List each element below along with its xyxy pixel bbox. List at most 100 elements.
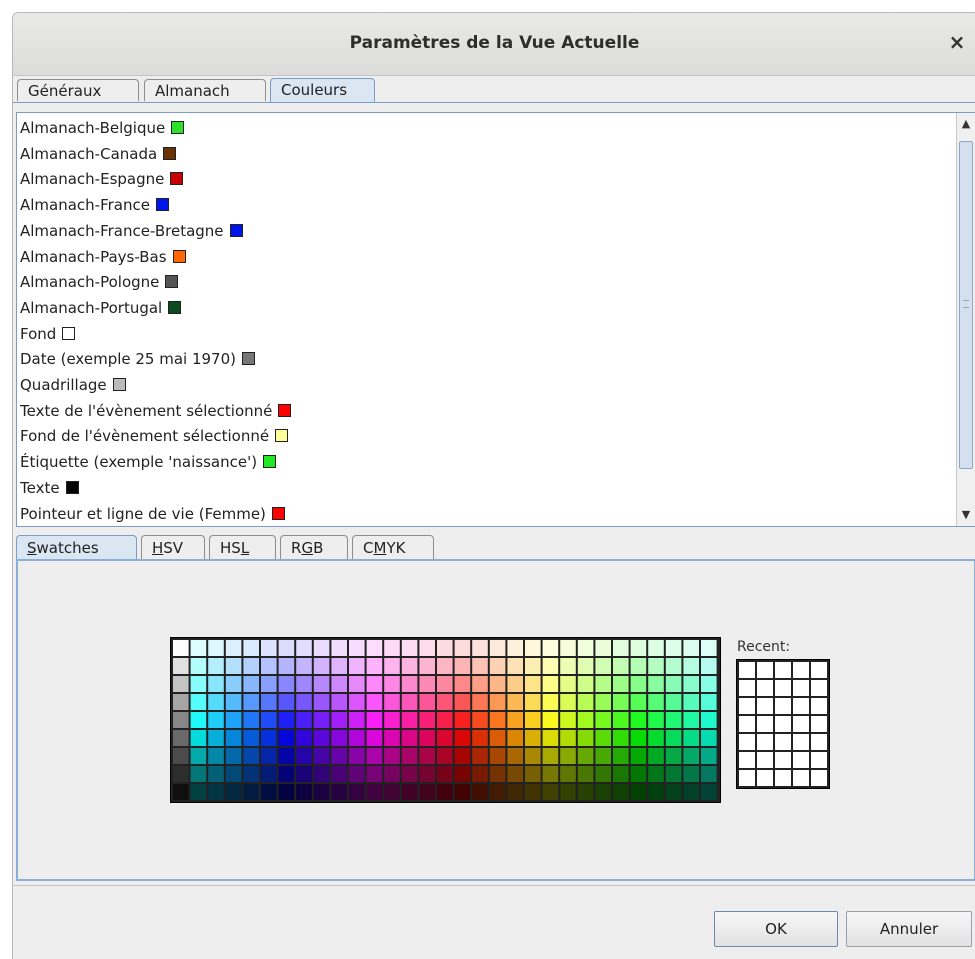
swatch-cell[interactable] [541, 765, 560, 783]
recent-swatch-cell[interactable] [756, 751, 774, 769]
swatch-cell[interactable] [506, 693, 524, 711]
swatch-cell[interactable] [506, 639, 524, 657]
swatch-cell[interactable] [612, 657, 630, 675]
swatch-cell[interactable] [647, 747, 665, 765]
swatch-cell[interactable] [312, 639, 331, 657]
swatch-cell[interactable] [383, 783, 401, 801]
swatch-cell[interactable] [524, 693, 542, 711]
list-item[interactable]: Quadrillage [20, 373, 126, 397]
swatch-cell[interactable] [260, 693, 278, 711]
swatch-cell[interactable] [700, 729, 718, 747]
swatch-cell[interactable] [295, 693, 313, 711]
swatch-cell[interactable] [383, 657, 401, 675]
swatch-cell[interactable] [207, 765, 225, 783]
list-item[interactable]: Almanach-Pays-Bas [20, 245, 186, 269]
swatch-cell[interactable] [189, 711, 208, 729]
list-item[interactable]: Étiquette (exemple 'naissance') [20, 450, 277, 474]
swatch-cell[interactable] [207, 693, 225, 711]
swatch-cell[interactable] [629, 729, 648, 747]
swatch-cell[interactable] [436, 675, 454, 693]
color-swatch-icon[interactable] [242, 352, 255, 366]
swatch-cell[interactable] [207, 675, 225, 693]
swatch-cell[interactable] [541, 729, 560, 747]
color-swatch-icon[interactable] [271, 506, 285, 520]
swatch-cell[interactable] [418, 693, 436, 711]
recent-swatch-cell[interactable] [756, 697, 774, 715]
swatch-cell[interactable] [365, 675, 384, 693]
swatch-cell[interactable] [471, 711, 489, 729]
swatch-cell[interactable] [189, 693, 208, 711]
close-icon[interactable]: × [946, 31, 968, 53]
swatch-cell[interactable] [260, 783, 278, 801]
list-item[interactable]: Texte de l'évènement sélectionné [20, 399, 292, 423]
swatch-cell[interactable] [629, 639, 648, 657]
color-swatch-icon[interactable] [278, 403, 292, 417]
swatch-cell[interactable] [629, 783, 648, 801]
list-item[interactable]: Almanach-France [20, 193, 169, 217]
swatch-cell[interactable] [277, 765, 296, 783]
swatch-cell[interactable] [260, 711, 278, 729]
swatch-cell[interactable] [418, 729, 436, 747]
recent-swatch-cell[interactable] [810, 769, 828, 787]
recent-swatch-cell[interactable] [774, 679, 792, 697]
swatch-cell[interactable] [277, 657, 296, 675]
swatch-cell[interactable] [453, 765, 472, 783]
swatch-cell[interactable] [700, 639, 718, 657]
swatch-cell[interactable] [576, 657, 595, 675]
swatch-cell[interactable] [189, 765, 208, 783]
swatch-cell[interactable] [700, 765, 718, 783]
swatch-cell[interactable] [312, 747, 331, 765]
swatch-cell[interactable] [700, 711, 718, 729]
swatch-cell[interactable] [383, 693, 401, 711]
swatch-cell[interactable] [453, 693, 472, 711]
swatch-cell[interactable] [277, 639, 296, 657]
swatch-cell[interactable] [594, 747, 612, 765]
swatch-cell[interactable] [295, 783, 313, 801]
swatch-cell[interactable] [418, 711, 436, 729]
recent-swatch-cell[interactable] [738, 679, 756, 697]
swatch-cell[interactable] [559, 729, 577, 747]
swatch-cell[interactable] [330, 765, 348, 783]
swatch-cell[interactable] [488, 639, 507, 657]
swatch-cell[interactable] [224, 783, 243, 801]
swatch-cell[interactable] [400, 693, 419, 711]
swatch-cell[interactable] [418, 639, 436, 657]
swatch-cell[interactable] [524, 711, 542, 729]
swatch-cell[interactable] [348, 693, 366, 711]
swatch-cell[interactable] [207, 747, 225, 765]
chooser-tab-hsl[interactable]: HSL [209, 535, 276, 559]
swatch-cell[interactable] [471, 657, 489, 675]
list-item[interactable]: Fond [20, 322, 76, 346]
swatch-cell[interactable] [242, 711, 261, 729]
swatch-cell[interactable] [418, 783, 436, 801]
swatch-cell[interactable] [189, 747, 208, 765]
swatch-cell[interactable] [436, 783, 454, 801]
swatch-cell[interactable] [471, 729, 489, 747]
vertical-scrollbar[interactable]: ▲ ▼ [956, 113, 975, 526]
swatch-cell[interactable] [224, 765, 243, 783]
swatch-cell[interactable] [242, 657, 261, 675]
swatch-cell[interactable] [348, 675, 366, 693]
swatch-cell[interactable] [295, 729, 313, 747]
color-swatch-icon[interactable] [163, 146, 177, 160]
swatch-cell[interactable] [418, 657, 436, 675]
swatch-cell[interactable] [312, 675, 331, 693]
swatch-cell[interactable] [612, 693, 630, 711]
swatch-cell[interactable] [700, 783, 718, 801]
swatch-cell[interactable] [260, 765, 278, 783]
swatch-cell[interactable] [541, 711, 560, 729]
swatch-cell[interactable] [436, 711, 454, 729]
swatch-cell[interactable] [700, 693, 718, 711]
swatch-cell[interactable] [224, 747, 243, 765]
recent-swatch-cell[interactable] [756, 679, 774, 697]
swatch-cell[interactable] [594, 783, 612, 801]
swatch-cell[interactable] [576, 729, 595, 747]
recent-swatch-cell[interactable] [756, 715, 774, 733]
ok-button[interactable]: OK [714, 911, 838, 947]
swatch-cell[interactable] [664, 693, 683, 711]
swatch-cell[interactable] [541, 657, 560, 675]
swatch-cell[interactable] [418, 675, 436, 693]
swatch-cell[interactable] [682, 675, 700, 693]
recent-swatch-cell[interactable] [810, 715, 828, 733]
swatch-cell[interactable] [330, 783, 348, 801]
